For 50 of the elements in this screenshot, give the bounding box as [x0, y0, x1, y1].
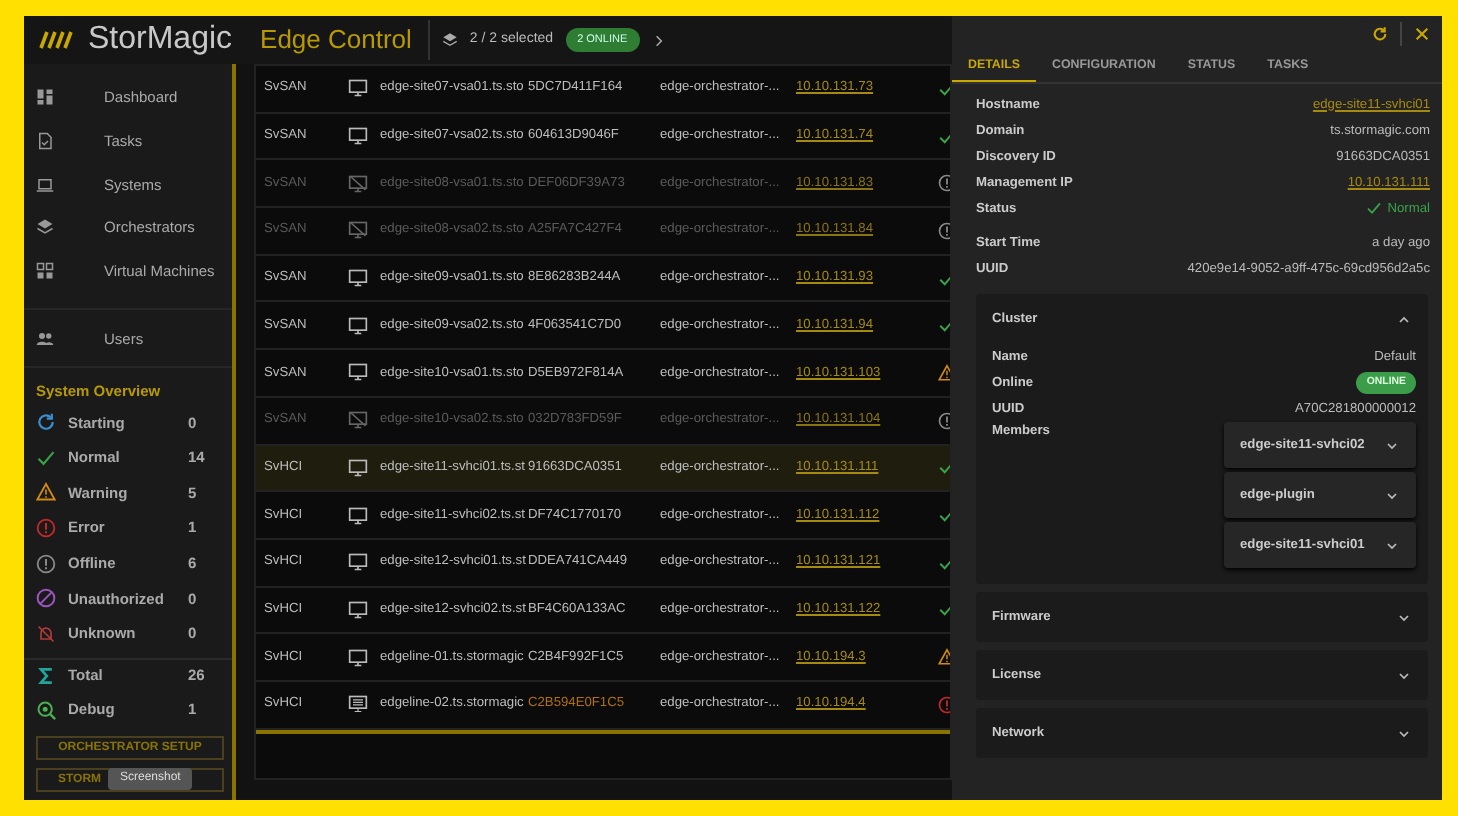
- chevron-right-icon[interactable]: [651, 33, 666, 47]
- grid-icon: [36, 262, 54, 281]
- users-icon: [36, 329, 54, 348]
- console-icon: [348, 694, 368, 715]
- info-icon: [938, 174, 950, 193]
- monitor-icon: [348, 315, 368, 336]
- chevron-down-icon: [1384, 537, 1400, 553]
- monitor-off-icon: [348, 173, 368, 194]
- refresh-icon: [36, 412, 56, 433]
- info-icon: [938, 411, 950, 430]
- brand-name: StorMagic: [88, 24, 233, 56]
- chevron-down-icon: [1396, 667, 1412, 683]
- chevron-down-icon: [1396, 609, 1412, 625]
- logo-icon: [36, 28, 76, 52]
- monitor-off-icon: [348, 220, 368, 241]
- chevron-down-icon: [1396, 725, 1412, 741]
- laptop-icon: [36, 175, 54, 194]
- error-icon: [938, 695, 950, 714]
- monitor-icon: [348, 78, 368, 99]
- document-icon: [36, 132, 54, 151]
- bug-search-icon: [36, 699, 56, 720]
- chevron-up-icon: [1396, 311, 1412, 327]
- monitor-icon: [348, 647, 368, 668]
- monitor-off-icon: [348, 410, 368, 431]
- muted-bell-icon: [36, 623, 56, 644]
- monitor-icon: [348, 362, 368, 383]
- layers-icon: [441, 32, 458, 48]
- info-icon: [36, 553, 56, 574]
- blocked-icon: [36, 588, 56, 609]
- monitor-icon: [348, 599, 368, 620]
- monitor-icon: [348, 126, 368, 147]
- warning-icon: [938, 363, 950, 382]
- warning-icon: [938, 648, 950, 667]
- product-name: Edge Control: [260, 20, 430, 60]
- check-icon: [1365, 200, 1382, 217]
- close-icon[interactable]: [1414, 26, 1430, 42]
- monitor-icon: [348, 457, 368, 478]
- check-icon: [36, 447, 56, 468]
- sigma-icon: [36, 665, 56, 686]
- chevron-down-icon: [1384, 437, 1400, 453]
- monitor-icon: [348, 268, 368, 289]
- refresh-icon[interactable]: [1372, 26, 1388, 42]
- layers-icon: [36, 218, 54, 237]
- info-icon: [938, 221, 950, 240]
- monitor-icon: [348, 505, 368, 526]
- chevron-down-icon: [1384, 487, 1400, 503]
- warning-icon: [36, 482, 56, 503]
- error-icon: [36, 517, 56, 538]
- dashboard-icon: [36, 88, 54, 107]
- monitor-icon: [348, 552, 368, 573]
